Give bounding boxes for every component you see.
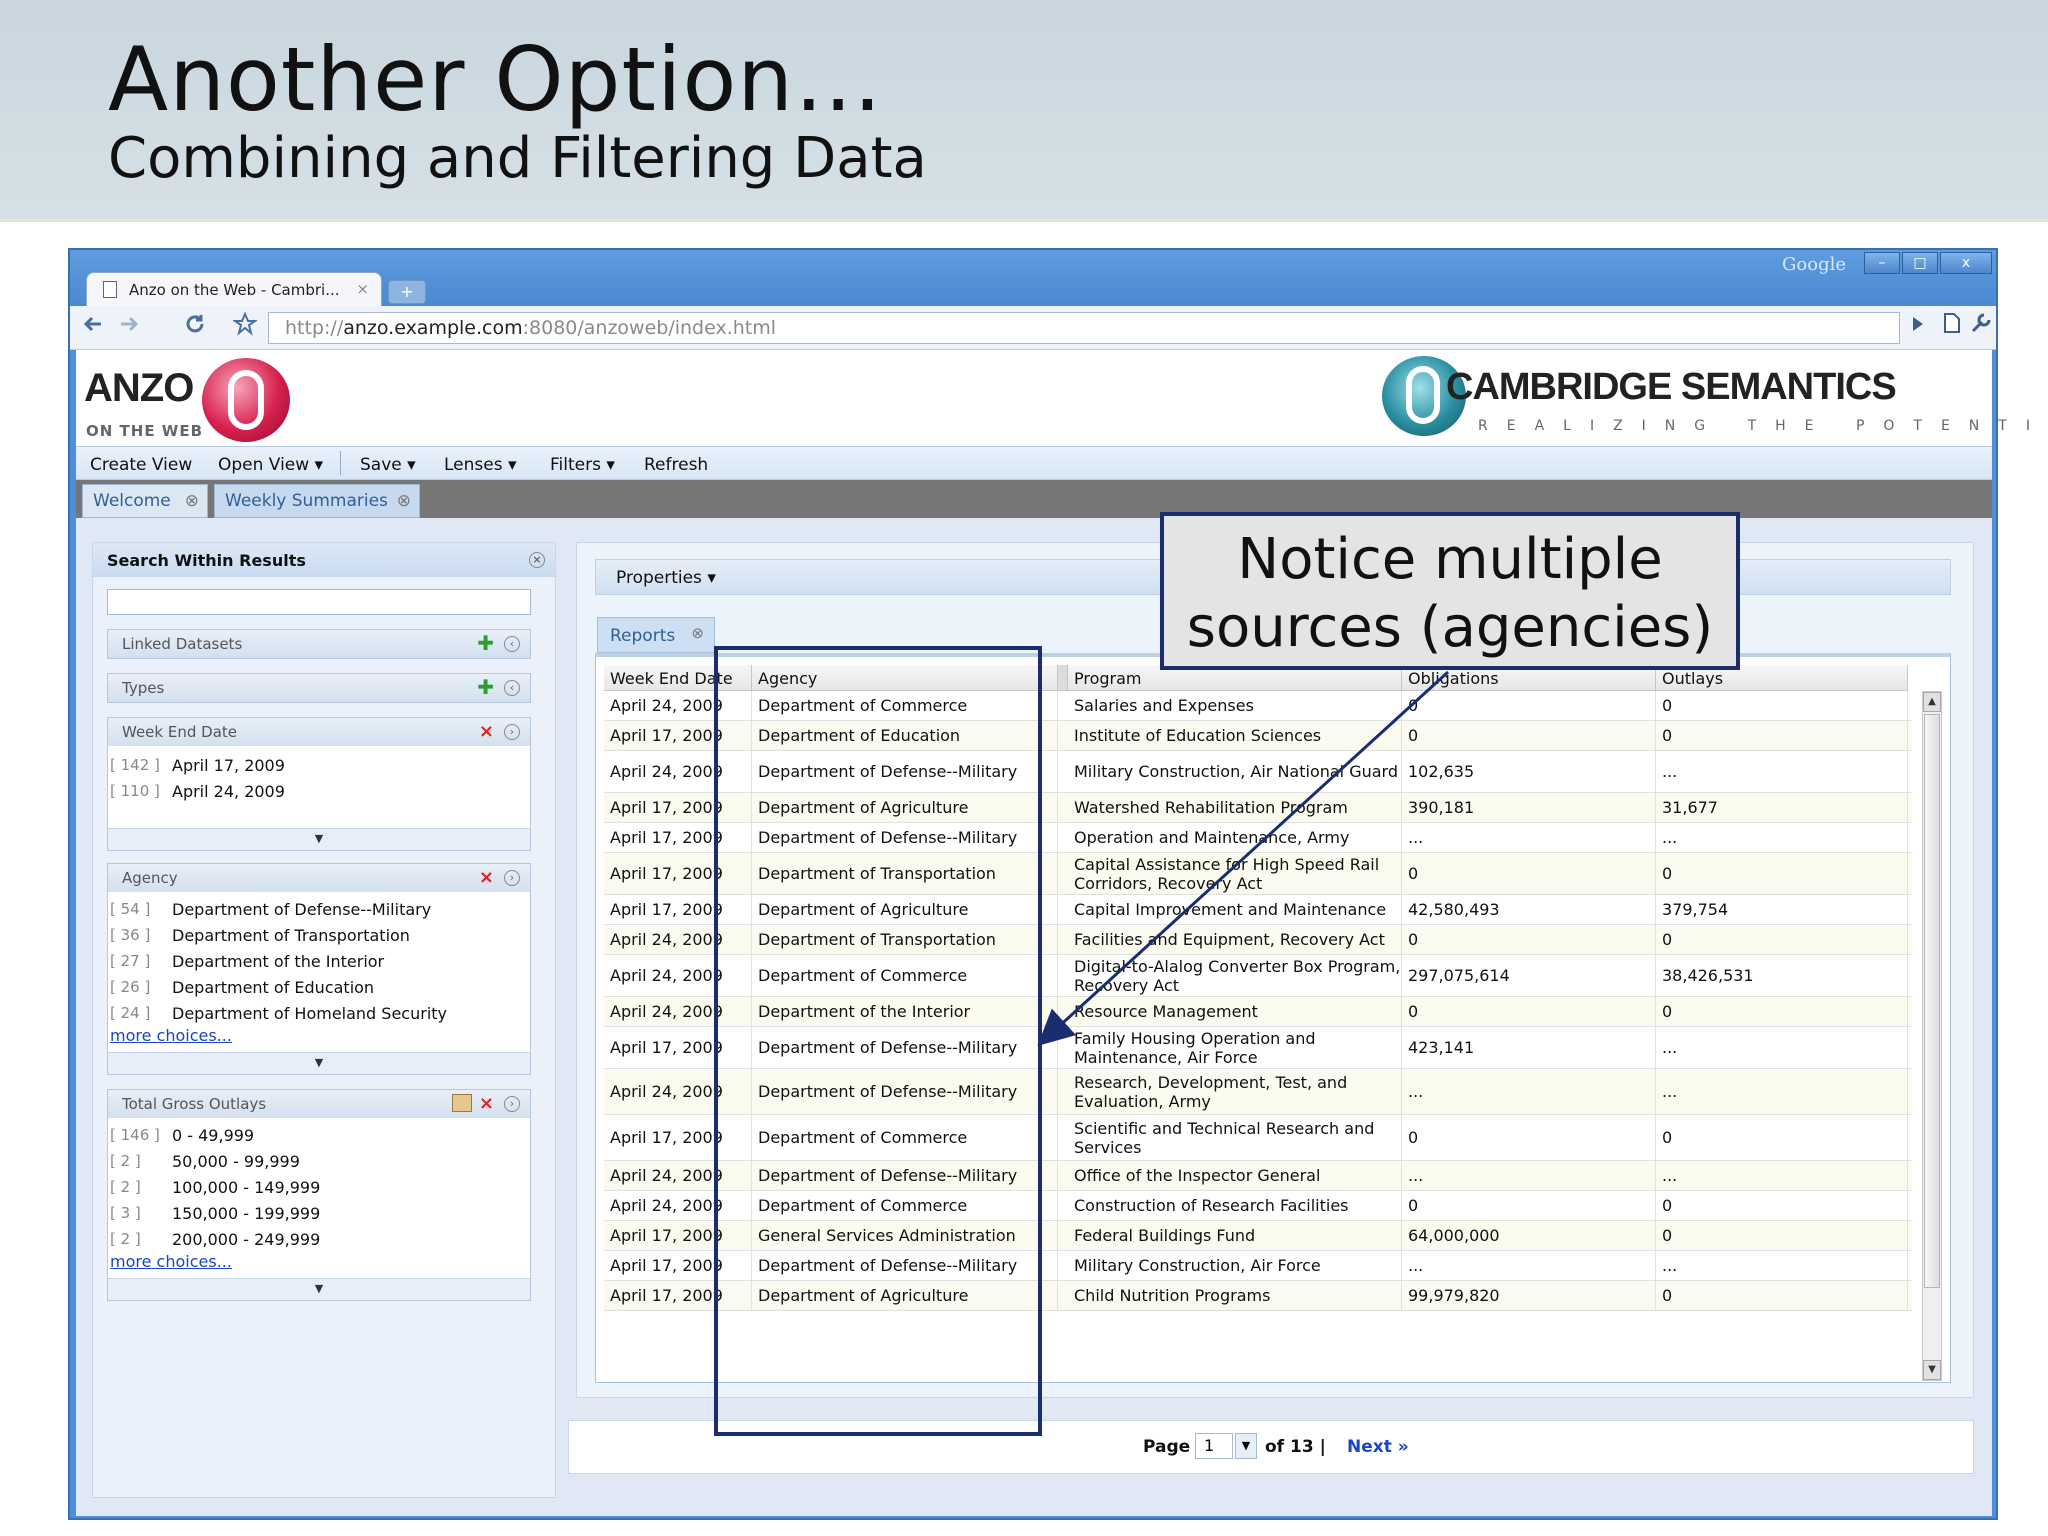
callout-line-1: Notice multiple bbox=[1237, 527, 1663, 592]
annotation-arrow bbox=[1037, 670, 1450, 1047]
annotation-callout: Notice multiple sources (agencies) bbox=[1160, 512, 1740, 670]
callout-line-2: sources (agencies) bbox=[1186, 595, 1714, 660]
